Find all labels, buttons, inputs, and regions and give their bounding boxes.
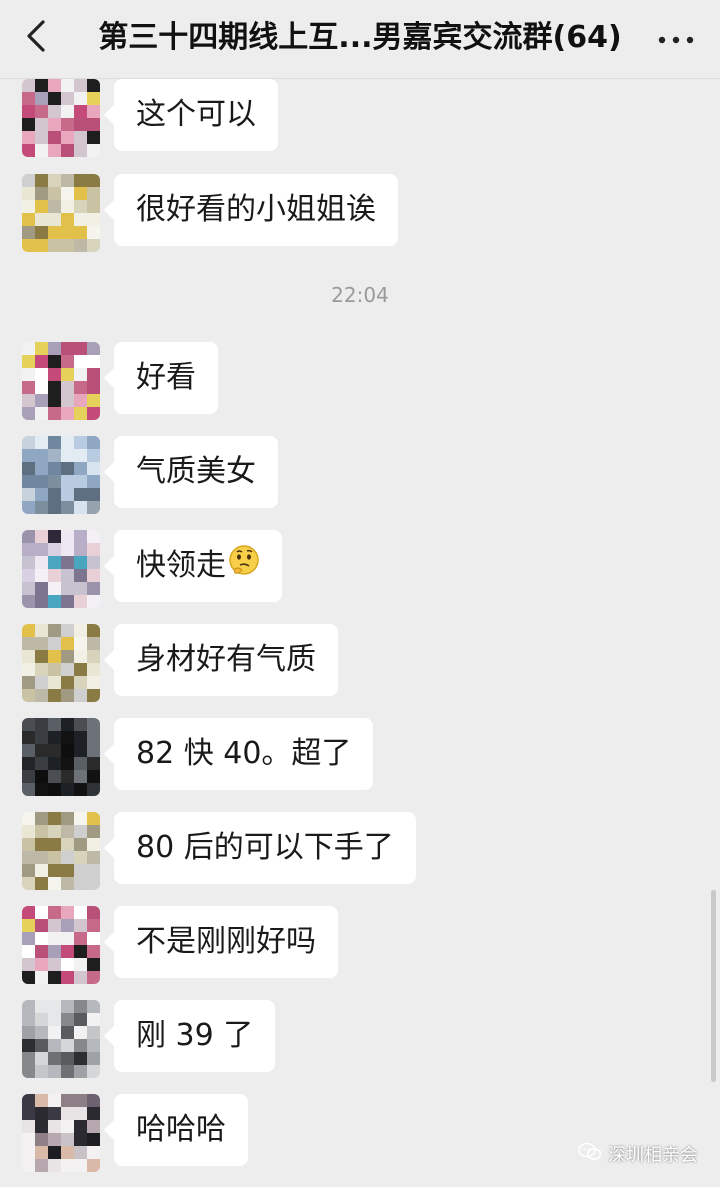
avatar[interactable]: [22, 1094, 100, 1172]
avatar[interactable]: [22, 530, 100, 608]
message-text: 快领走: [136, 548, 226, 583]
more-options-button[interactable]: [654, 20, 698, 56]
wechat-channel-icon: [578, 1142, 602, 1167]
message-bubble[interactable]: 刚 39 了: [103, 1000, 276, 1072]
message-bubble[interactable]: 好看: [104, 342, 218, 414]
avatar[interactable]: [22, 812, 100, 890]
thinking-face-icon: [228, 531, 260, 603]
watermark: 深圳相亲会: [578, 1141, 698, 1167]
scrollbar[interactable]: [711, 890, 716, 1082]
message-bubble[interactable]: 不是刚刚好吗: [104, 906, 338, 978]
more-dots-icon: [658, 29, 694, 48]
message-bubble[interactable]: 很好看的小姐姐诶: [104, 174, 398, 246]
avatar[interactable]: [22, 436, 100, 514]
message-bubble[interactable]: 快领走: [104, 530, 282, 603]
avatar[interactable]: [22, 1000, 100, 1078]
avatar[interactable]: [22, 79, 100, 157]
message-bubble[interactable]: 哈哈哈: [104, 1094, 248, 1166]
avatar[interactable]: [22, 718, 100, 796]
watermark-text: 深圳相亲会: [608, 1145, 698, 1165]
top-navigation-bar: 第三十四期线上互...男嘉宾交流群(64): [0, 0, 720, 79]
avatar[interactable]: [22, 174, 100, 252]
message-bubble[interactable]: 气质美女: [104, 436, 278, 508]
avatar[interactable]: [22, 624, 100, 702]
message-bubble[interactable]: 80 后的可以下手了: [104, 812, 416, 884]
message-bubble[interactable]: 这个可以: [104, 79, 278, 151]
chat-title: 第三十四期线上互...男嘉宾交流群(64): [98, 20, 622, 55]
message-bubble[interactable]: 82 快 40。超了: [103, 718, 374, 790]
message-bubble[interactable]: 身材好有气质: [104, 624, 338, 696]
avatar[interactable]: [22, 906, 100, 984]
avatar[interactable]: [22, 342, 100, 420]
message-timestamp: 22:04: [331, 283, 389, 307]
chat-message-list[interactable]: 这个可以 很好看的小姐姐诶 22:04 好看 气质美女 快领走 身材好有气质 8…: [0, 79, 720, 1187]
